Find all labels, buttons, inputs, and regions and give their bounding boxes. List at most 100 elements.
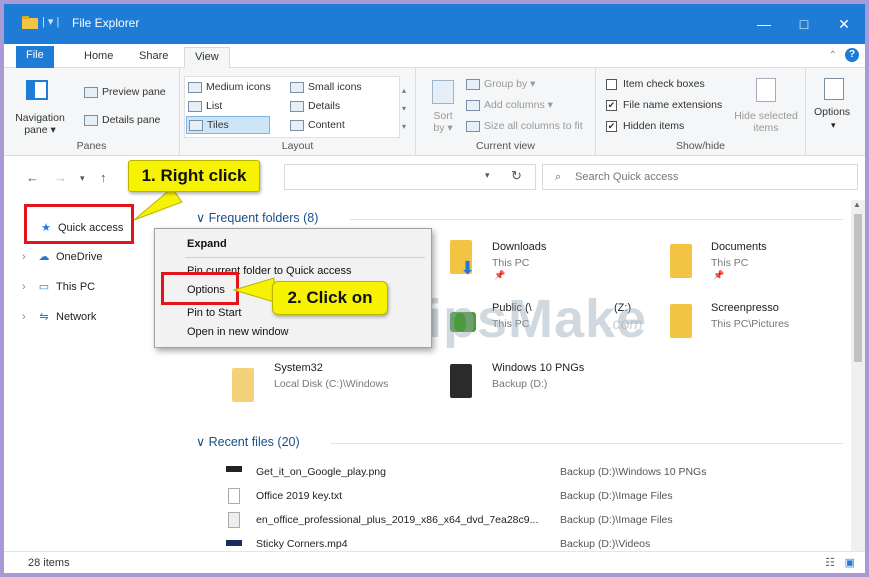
layout-medium-icons[interactable]: Medium icons (188, 81, 271, 93)
recent-file-location: Backup (D:)\Windows 10 PNGs (560, 466, 707, 478)
navigation-pane-icon (26, 80, 48, 100)
sort-by-button[interactable]: Sort by ▾ (428, 110, 458, 134)
sidebar-item-onedrive[interactable]: › ☁ OneDrive (22, 250, 102, 263)
tab-view[interactable]: View (184, 47, 230, 68)
frequent-folders-header[interactable]: ∨ Frequent folders (8) (196, 210, 318, 225)
folder-name-screenpresso[interactable]: Screenpresso (711, 302, 779, 314)
window-title: File Explorer (72, 16, 140, 30)
chevron-right-icon: › (22, 311, 26, 323)
menu-item-pin-to-start[interactable]: Pin to Start (187, 307, 241, 319)
maximize-button[interactable]: □ (787, 12, 821, 36)
watermark-suffix: .com (608, 316, 643, 333)
add-columns-button[interactable]: Add columns ▾ (466, 99, 553, 111)
quick-access-toolbar-icon[interactable]: | ▾ | (42, 15, 59, 28)
windows-pngs-folder-icon (450, 364, 472, 398)
medium-icons-label: Medium icons (206, 81, 271, 93)
file-explorer-window: | ▾ | File Explorer — □ ✕ File Home Shar… (0, 0, 869, 577)
folder-name-downloads[interactable]: Downloads (492, 241, 546, 253)
details-pane-label: Details pane (102, 114, 161, 126)
tab-share[interactable]: Share (129, 47, 178, 68)
recent-files-header[interactable]: ∨ Recent files (20) (196, 434, 300, 449)
hidden-items-toggle[interactable]: ✔ Hidden items (606, 120, 684, 132)
layout-content[interactable]: Content (290, 119, 345, 131)
recent-file-name[interactable]: Office 2019 key.txt (256, 490, 342, 502)
recent-file-name[interactable]: Sticky Corners.mp4 (256, 538, 348, 550)
tab-file[interactable]: File (16, 46, 54, 68)
layout-scroll-icon[interactable]: ▴ ▾ ▾ (402, 82, 406, 136)
folder-name-system32[interactable]: System32 (274, 362, 323, 374)
recent-locations-icon[interactable]: ▾ (80, 173, 85, 184)
chevron-right-icon: › (22, 251, 26, 263)
navigation-pane-button[interactable]: Navigation pane ▾ (10, 112, 70, 136)
step1-callout: 1. Right click (128, 160, 260, 192)
file-name-extensions-toggle[interactable]: ✔ File name extensions (606, 99, 722, 111)
details-view-icon[interactable]: ☷ (825, 552, 835, 573)
help-icon[interactable]: ? (845, 48, 859, 62)
item-check-boxes-toggle[interactable]: Item check boxes (606, 78, 705, 90)
hide-selected-button[interactable]: Hide selected items (730, 110, 802, 134)
folder-name-documents[interactable]: Documents (711, 241, 767, 253)
quick-access-highlight (24, 204, 134, 244)
recent-files-label: Recent files (20) (208, 435, 300, 449)
refresh-icon[interactable]: ↻ (511, 168, 522, 184)
minimize-button[interactable]: — (747, 12, 781, 36)
layout-tiles[interactable]: Tiles (186, 116, 270, 134)
group-by-label: Group by ▾ (484, 78, 536, 90)
panes-group: Navigation pane ▾ Preview pane Details p… (4, 68, 180, 156)
network-label: Network (56, 311, 97, 323)
small-icons-label: Small icons (308, 81, 362, 93)
up-arrow-icon[interactable]: ↑ (100, 170, 107, 185)
chevron-right-icon: › (22, 281, 26, 293)
show-hide-group: Item check boxes ✔ File name extensions ✔… (596, 68, 806, 156)
content-icon (290, 119, 304, 131)
options-button[interactable]: Options (814, 106, 850, 118)
menu-item-expand[interactable]: Expand (187, 238, 227, 250)
title-bar: | ▾ | File Explorer — □ ✕ (4, 4, 865, 44)
group-by-icon (466, 78, 480, 90)
menu-item-open-new-window[interactable]: Open in new window (187, 326, 289, 338)
folder-location: This PC\Pictures (711, 318, 790, 330)
group-by-button[interactable]: Group by ▾ (466, 78, 535, 90)
chevron-down-icon: ∨ (196, 211, 209, 225)
hide-selected-icon (756, 78, 776, 102)
preview-pane-icon (84, 86, 98, 98)
vertical-scrollbar[interactable]: ▲ (851, 200, 865, 555)
forward-arrow-icon[interactable]: → (54, 170, 67, 185)
collapse-ribbon-icon[interactable]: ⌃ (829, 50, 837, 61)
close-button[interactable]: ✕ (827, 12, 861, 36)
folder-name-windows-10-pngs[interactable]: Windows 10 PNGs (492, 362, 584, 374)
layout-small-icons[interactable]: Small icons (290, 81, 362, 93)
item-count: 28 items (28, 557, 70, 569)
sidebar-item-this-pc[interactable]: › ▭ This PC (22, 280, 95, 293)
scrollbar-thumb[interactable] (854, 214, 862, 362)
small-icons-icon (290, 81, 304, 93)
options-dropdown-icon[interactable]: ▾ (831, 120, 836, 131)
large-icons-view-icon[interactable]: ▣ (845, 552, 855, 573)
sidebar-item-network[interactable]: › ⇋ Network (22, 310, 96, 323)
medium-icons-icon (188, 81, 202, 93)
panes-group-label: Panes (76, 140, 107, 152)
address-dropdown-icon[interactable]: ▾ (485, 170, 490, 181)
current-view-group-label: Current view (476, 140, 535, 152)
options-highlight (161, 272, 239, 305)
search-icon: ⌕ (555, 171, 562, 183)
ribbon-tabs: File Home Share View ⌃ ? (4, 44, 865, 68)
back-arrow-icon[interactable]: ← (26, 170, 39, 185)
scroll-up-icon[interactable]: ▲ (853, 200, 861, 209)
tab-home[interactable]: Home (74, 47, 123, 68)
layout-details[interactable]: Details (290, 100, 340, 112)
current-view-group: Sort by ▾ Group by ▾ Add columns ▾ Size … (416, 68, 596, 156)
recent-file-name[interactable]: Get_it_on_Google_play.png (256, 466, 386, 478)
layout-list[interactable]: List (188, 100, 222, 112)
recent-file-name[interactable]: en_office_professional_plus_2019_x86_x64… (256, 514, 538, 526)
video-file-icon (226, 540, 242, 546)
details-pane-button[interactable]: Details pane (84, 114, 160, 126)
address-field[interactable]: ▾ ↻ (284, 164, 536, 190)
preview-pane-label: Preview pane (102, 86, 166, 98)
status-bar: 28 items ☷ ▣ (4, 551, 865, 573)
details-pane-icon (84, 114, 98, 126)
size-columns-button[interactable]: Size all columns to fit (466, 120, 583, 132)
preview-pane-button[interactable]: Preview pane (84, 86, 166, 98)
documents-folder-icon (670, 244, 692, 278)
search-input[interactable]: ⌕ Search Quick access (542, 164, 858, 190)
